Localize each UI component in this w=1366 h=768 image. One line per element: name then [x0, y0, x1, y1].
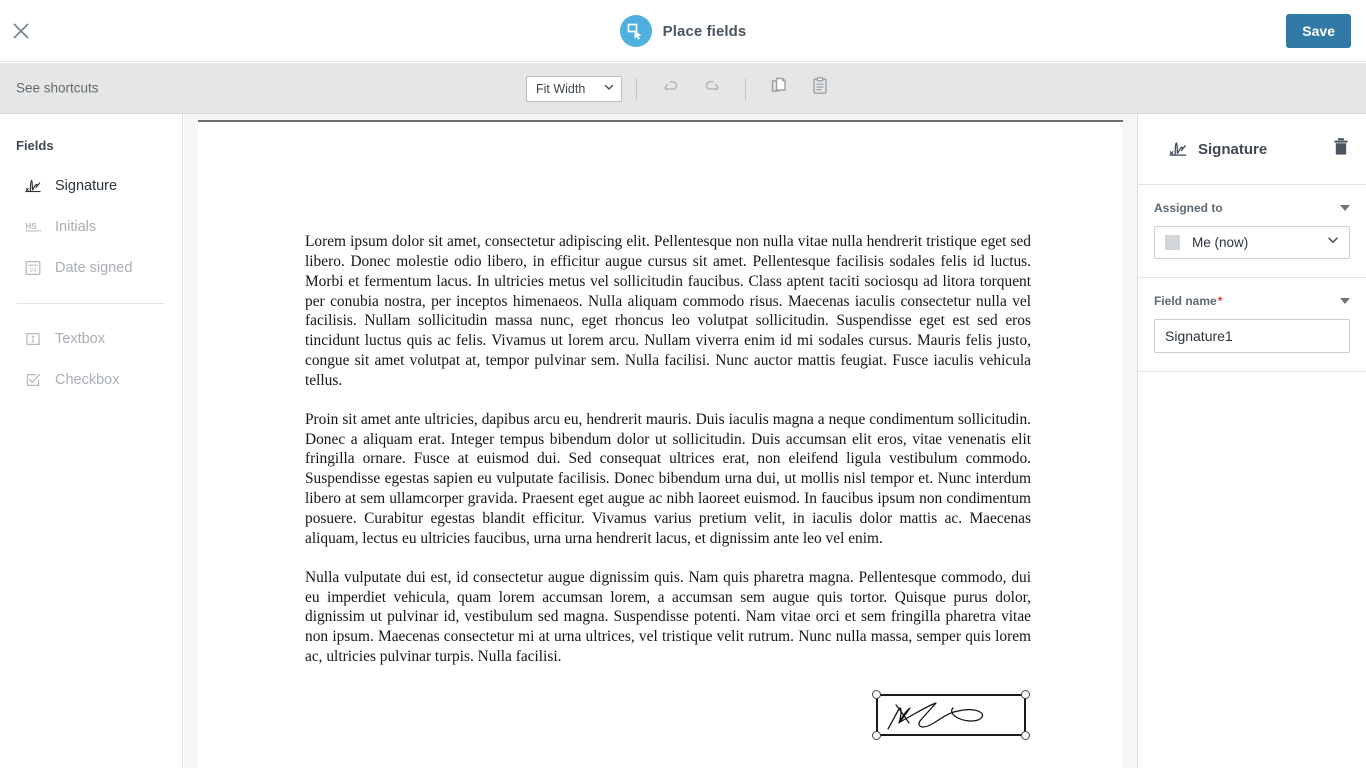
assigned-to-label: Assigned to — [1154, 201, 1223, 215]
trash-icon — [1332, 137, 1350, 161]
field-properties-header: Signature — [1138, 114, 1366, 185]
sidebar-item-textbox[interactable]: Textbox — [0, 318, 182, 359]
sidebar-item-label: Signature — [55, 177, 118, 194]
copy-icon — [770, 76, 790, 101]
undo-icon — [662, 77, 681, 101]
fields-list-primary: Signature HS Initials 24 Date signed — [0, 165, 182, 288]
sidebar-item-label: Textbox — [55, 330, 105, 347]
assigned-to-value: Me (now) — [1192, 235, 1249, 250]
copy-button[interactable] — [765, 74, 795, 104]
fields-sidebar: Fields Signature HS Initials 24 Date sig… — [0, 114, 183, 768]
fields-list-secondary: Textbox Checkbox — [0, 318, 182, 400]
save-button[interactable]: Save — [1286, 14, 1351, 48]
resize-handle-top-left[interactable] — [872, 690, 881, 699]
sidebar-item-label: Date signed — [55, 259, 133, 276]
sidebar-item-initials[interactable]: HS Initials — [0, 206, 182, 247]
zoom-select[interactable]: Fit Width — [526, 75, 622, 102]
checkbox-icon — [24, 371, 42, 389]
assigned-to-row: Assigned to — [1154, 201, 1350, 215]
sidebar-item-label: Initials — [55, 218, 97, 235]
signature-icon — [24, 177, 42, 195]
toolbar-divider-1 — [636, 77, 637, 100]
chevron-down-icon — [1326, 233, 1340, 252]
field-name-collapse-icon[interactable] — [1340, 298, 1350, 304]
resize-handle-bottom-right[interactable] — [1021, 731, 1030, 740]
toolbar: See shortcuts Fit Width — [0, 63, 1366, 114]
sidebar-item-checkbox[interactable]: Checkbox — [0, 359, 182, 400]
svg-text:HS: HS — [26, 222, 38, 231]
signature-icon — [1168, 139, 1188, 159]
sidebar-divider — [17, 303, 165, 304]
redo-icon — [702, 77, 721, 101]
initials-icon: HS — [24, 218, 42, 236]
resize-handle-top-right[interactable] — [1021, 690, 1030, 699]
field-properties-panel: Signature Assigned to Me (now) Field nam… — [1137, 114, 1366, 768]
field-properties-title: Signature — [1198, 140, 1268, 158]
field-name-label: Field name* — [1154, 294, 1222, 308]
field-name-input[interactable] — [1154, 319, 1350, 353]
toolbar-tools: Fit Width — [0, 63, 1366, 114]
paste-icon — [810, 76, 830, 101]
field-name-row: Field name* — [1154, 294, 1350, 308]
signature-field[interactable] — [872, 690, 1030, 740]
top-bar: Place fields Save — [0, 0, 1366, 62]
signature-drawing — [878, 696, 1024, 734]
zoom-select-value: Fit Width — [536, 81, 586, 96]
redo-button[interactable] — [696, 74, 726, 104]
sidebar-item-signature[interactable]: Signature — [0, 165, 182, 206]
toolbar-divider-2 — [745, 77, 746, 100]
chevron-down-icon — [603, 81, 615, 96]
document-text: Lorem ipsum dolor sit amet, consectetur … — [198, 122, 1123, 667]
document-paragraph: Proin sit amet ante ultricies, dapibus a… — [305, 410, 1031, 547]
assignee-color-swatch — [1165, 235, 1180, 250]
assigned-to-collapse-icon[interactable] — [1340, 205, 1350, 211]
resize-handle-bottom-left[interactable] — [872, 731, 881, 740]
fields-header: Fields — [16, 138, 54, 153]
field-name-section: Field name* — [1138, 278, 1366, 372]
undo-button[interactable] — [656, 74, 686, 104]
document-paragraph: Nulla vulputate dui est, id consectetur … — [305, 568, 1031, 666]
field-name-label-text: Field name — [1154, 294, 1217, 308]
sidebar-item-label: Checkbox — [55, 371, 120, 388]
required-marker: * — [1217, 294, 1223, 308]
assigned-to-section: Assigned to Me (now) — [1138, 185, 1366, 278]
paste-button[interactable] — [805, 74, 835, 104]
sidebar-item-date-signed[interactable]: 24 Date signed — [0, 247, 182, 288]
place-fields-icon — [619, 15, 652, 47]
page-title-text: Place fields — [662, 22, 747, 40]
page-title: Place fields — [0, 0, 1366, 62]
svg-text:24: 24 — [29, 267, 37, 274]
document-page[interactable]: Lorem ipsum dolor sit amet, consectetur … — [198, 120, 1123, 768]
delete-field-button[interactable] — [1330, 138, 1352, 160]
assigned-to-dropdown[interactable]: Me (now) — [1154, 226, 1350, 259]
date-signed-icon: 24 — [24, 259, 42, 277]
textbox-icon — [24, 330, 42, 348]
document-paragraph: Lorem ipsum dolor sit amet, consectetur … — [305, 233, 1031, 389]
document-canvas[interactable]: Lorem ipsum dolor sit amet, consectetur … — [184, 114, 1137, 768]
